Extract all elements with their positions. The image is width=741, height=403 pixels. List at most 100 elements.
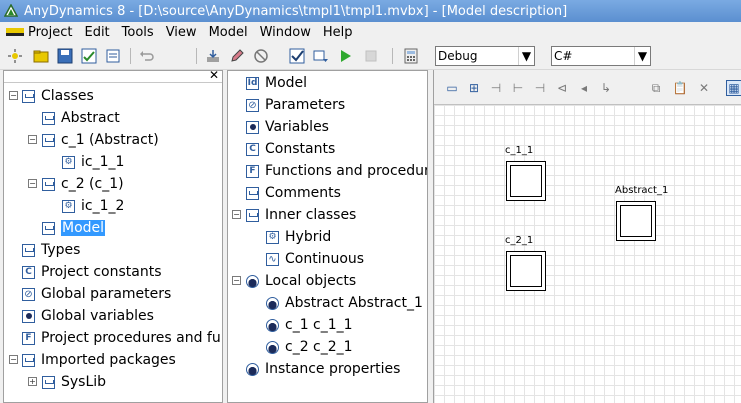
object-icon — [246, 274, 259, 288]
object-icon — [266, 318, 279, 332]
align-center-icon[interactable]: ⊢ — [510, 80, 526, 96]
id-icon: Id — [246, 76, 259, 90]
expand-toggle-c1[interactable]: − — [28, 135, 37, 144]
save-icon[interactable] — [56, 47, 74, 65]
language-value: C# — [554, 49, 573, 63]
stop-run-icon[interactable] — [362, 47, 380, 65]
menu-view[interactable]: View — [166, 25, 203, 40]
copy-icon[interactable]: ⧉ — [648, 80, 664, 96]
language-select[interactable]: C# ▼ — [551, 46, 651, 66]
build-config-select[interactable]: Debug ▼ — [435, 46, 535, 66]
tree-item-project-procedures[interactable]: F Project procedures and functions — [22, 327, 222, 349]
expand-toggle-local-objects[interactable]: − — [232, 276, 241, 285]
app-logo-icon — [4, 4, 18, 17]
package-icon — [22, 353, 35, 367]
align-bottom-icon[interactable]: ◂ — [576, 80, 592, 96]
grid-toggle-icon[interactable]: ▦ — [726, 80, 741, 96]
menu-help[interactable]: Help — [323, 25, 359, 40]
menu-model[interactable]: Model — [209, 25, 254, 40]
run-icon[interactable] — [336, 47, 354, 65]
tree-item-imported-packages[interactable]: Imported packages — [22, 349, 176, 371]
continuous-class-icon — [266, 252, 279, 266]
tree-item-model[interactable]: Model — [42, 217, 106, 239]
block-label-abstract1: Abstract_1 — [615, 185, 669, 196]
check-icon[interactable] — [288, 47, 306, 65]
align-left-icon[interactable]: ⊣ — [488, 80, 504, 96]
tree-item-types[interactable]: Types — [22, 239, 80, 261]
mid-item-model[interactable]: Id Model — [246, 72, 307, 94]
delete-icon[interactable]: ✕ — [696, 80, 712, 96]
expand-toggle-imported[interactable]: − — [9, 355, 18, 364]
calculator-icon[interactable] — [402, 47, 420, 65]
connector-icon[interactable]: ↳ — [598, 80, 614, 96]
tree-item-project-constants[interactable]: C Project constants — [22, 261, 162, 283]
stop-icon[interactable] — [252, 47, 270, 65]
diagram-canvas[interactable]: c_1_1 c_2_1 Abstract_1 — [434, 104, 741, 403]
expand-toggle-classes[interactable]: − — [9, 91, 18, 100]
parameter-icon — [22, 287, 35, 301]
mid-item-comments[interactable]: Comments — [246, 182, 341, 204]
mid-item-inner-classes[interactable]: Inner classes — [246, 204, 356, 226]
open-folder-icon[interactable] — [32, 47, 50, 65]
mid-item-constants[interactable]: C Constants — [246, 138, 335, 160]
chevron-down-icon[interactable]: ▼ — [634, 47, 650, 65]
menu-edit[interactable]: Edit — [84, 25, 115, 40]
properties-icon[interactable] — [104, 47, 122, 65]
diagram-block-c21[interactable] — [506, 251, 546, 291]
mid-item-instance-properties[interactable]: Instance properties — [246, 358, 400, 380]
mid-item-local-objects[interactable]: Local objects — [246, 270, 356, 292]
mid-item-functions[interactable]: F Functions and procedures — [246, 160, 427, 182]
tree-item-ic11[interactable]: ic_1_1 — [62, 151, 124, 173]
undo-icon[interactable] — [138, 47, 156, 65]
tree-item-c2[interactable]: c_2 (c_1) — [42, 173, 124, 195]
block-label-c11: c_1_1 — [505, 145, 534, 156]
align-middle-icon[interactable]: ⊲ — [554, 80, 570, 96]
project-menu-icon[interactable] — [6, 28, 24, 36]
expand-toggle-c2[interactable]: − — [28, 179, 37, 188]
model-description-panel: Id Model Parameters Variables C Constant… — [227, 70, 428, 403]
select-rect-icon[interactable]: ▭ — [444, 80, 460, 96]
object-icon — [266, 296, 279, 310]
tree-item-global-parameters[interactable]: Global parameters — [22, 283, 171, 305]
tree-item-syslib[interactable]: SysLib — [42, 371, 106, 393]
object-icon — [266, 340, 279, 354]
mid-item-obj-c2[interactable]: c_2 c_2_1 — [266, 336, 353, 358]
mid-item-obj-abstract[interactable]: Abstract Abstract_1 — [266, 292, 423, 314]
mid-item-variables[interactable]: Variables — [246, 116, 329, 138]
block-label-c21: c_2_1 — [505, 235, 534, 246]
diagram-block-abstract1[interactable] — [616, 201, 656, 241]
types-icon — [22, 243, 35, 257]
expand-toggle-inner-classes[interactable]: − — [232, 210, 241, 219]
close-icon[interactable]: ✕ — [209, 71, 219, 82]
new-project-icon[interactable] — [6, 47, 24, 65]
expand-toggle-syslib[interactable]: + — [28, 377, 37, 386]
menu-tools[interactable]: Tools — [122, 25, 160, 40]
menu-window[interactable]: Window — [260, 25, 317, 40]
align-right-icon[interactable]: ⊣ — [532, 80, 548, 96]
mid-item-hybrid[interactable]: Hybrid — [266, 226, 331, 248]
build-icon[interactable] — [312, 47, 330, 65]
function-icon: F — [246, 164, 259, 178]
mid-item-obj-c1[interactable]: c_1 c_1_1 — [266, 314, 353, 336]
constant-icon: C — [246, 142, 259, 156]
tree-item-classes[interactable]: Classes — [22, 85, 94, 107]
tree-item-ic12[interactable]: ic_1_2 — [62, 195, 124, 217]
class-icon — [42, 221, 55, 235]
window-title: AnyDynamics 8 - [D:\source\AnyDynamics\t… — [24, 3, 568, 19]
save-all-icon[interactable] — [80, 47, 98, 65]
diagram-block-c11[interactable] — [506, 161, 546, 201]
tree-item-c1[interactable]: c_1 (Abstract) — [42, 129, 159, 151]
import-icon[interactable] — [204, 47, 222, 65]
project-tree-panel: ✕ − Classes Abstract − c_1 (Abstract) ic… — [3, 70, 223, 403]
edit-pencil-icon[interactable] — [228, 47, 246, 65]
menu-project[interactable]: Project — [28, 25, 78, 40]
variable-icon — [246, 120, 259, 134]
paste-icon[interactable]: 📋 — [672, 80, 688, 96]
tree-item-global-variables[interactable]: Global variables — [22, 305, 154, 327]
tree-item-abstract[interactable]: Abstract — [42, 107, 120, 129]
mid-item-continuous[interactable]: Continuous — [266, 248, 364, 270]
mid-item-parameters[interactable]: Parameters — [246, 94, 345, 116]
grid-icon[interactable]: ⊞ — [466, 80, 482, 96]
chevron-down-icon[interactable]: ▼ — [518, 47, 534, 65]
inner-class-icon — [62, 155, 75, 169]
